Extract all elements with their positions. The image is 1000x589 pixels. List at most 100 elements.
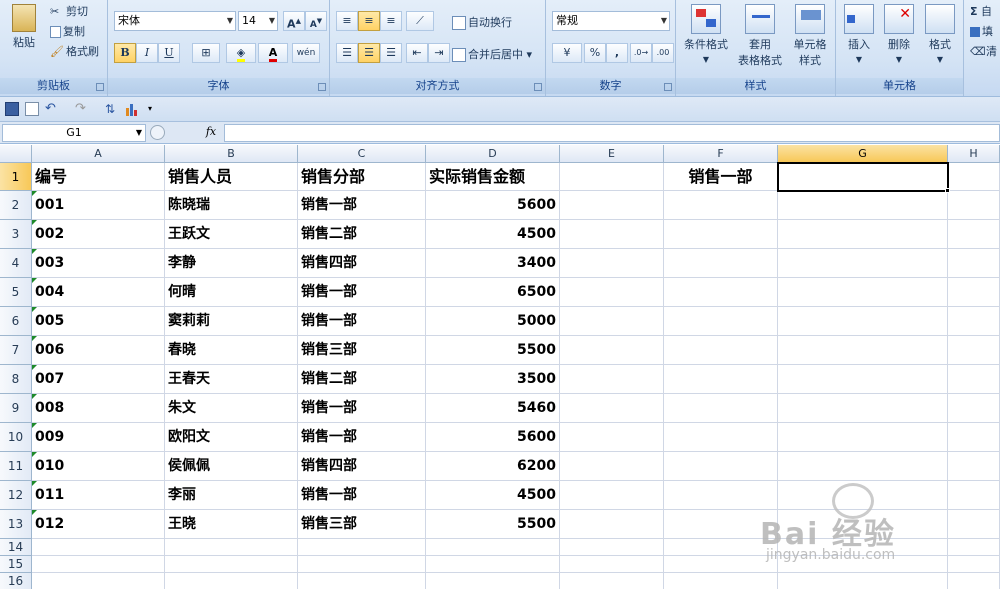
fill-color-button[interactable]: ◈ <box>226 43 256 63</box>
cell-f6[interactable] <box>664 307 778 336</box>
redo-icon[interactable]: ↷ <box>75 102 89 116</box>
cell-e6[interactable] <box>560 307 664 336</box>
cell-c11[interactable]: 销售四部 <box>298 452 426 481</box>
cell-a7[interactable]: 006 <box>32 336 165 365</box>
cell-b5[interactable]: 何晴 <box>165 278 298 307</box>
border-button[interactable]: ⊞ <box>192 43 220 63</box>
cell-h6[interactable] <box>948 307 1000 336</box>
save-icon[interactable] <box>5 102 19 116</box>
cell-d16[interactable] <box>426 573 560 589</box>
row-header-16[interactable]: 16 <box>0 573 32 589</box>
cell-a3[interactable]: 002 <box>32 220 165 249</box>
cell-c2[interactable]: 销售一部 <box>298 191 426 220</box>
cell-a15[interactable] <box>32 556 165 573</box>
cell-h10[interactable] <box>948 423 1000 452</box>
conditional-format-button[interactable]: 条件格式 ▼ <box>682 0 730 65</box>
cell-h9[interactable] <box>948 394 1000 423</box>
cell-h1[interactable] <box>948 163 1000 191</box>
table-format-button[interactable]: 套用 表格格式 <box>732 0 788 68</box>
cell-g6[interactable] <box>778 307 948 336</box>
cell-a1[interactable]: 编号 <box>32 163 165 191</box>
row-header-4[interactable]: 4 <box>0 249 32 278</box>
cell-c8[interactable]: 销售二部 <box>298 365 426 394</box>
orientation-button[interactable]: ⟋ <box>406 11 434 31</box>
cell-c3[interactable]: 销售二部 <box>298 220 426 249</box>
cell-d5[interactable]: 6500 <box>426 278 560 307</box>
row-header-2[interactable]: 2 <box>0 191 32 220</box>
phonetic-button[interactable]: wén <box>292 43 320 63</box>
chart-icon[interactable] <box>125 102 139 116</box>
wrap-text-button[interactable]: 自动换行 <box>452 14 512 30</box>
cell-c7[interactable]: 销售三部 <box>298 336 426 365</box>
font-color-button[interactable]: A <box>258 43 288 63</box>
cell-e14[interactable] <box>560 539 664 556</box>
cell-d3[interactable]: 4500 <box>426 220 560 249</box>
insert-function-button[interactable]: fx <box>200 124 222 142</box>
font-size-select[interactable]: 14 ▼ <box>238 11 278 31</box>
column-header-e[interactable]: E <box>560 145 664 163</box>
row-header-1[interactable]: 1 <box>0 163 32 191</box>
cell-d9[interactable]: 5460 <box>426 394 560 423</box>
cell-b2[interactable]: 陈晓瑞 <box>165 191 298 220</box>
cell-a8[interactable]: 007 <box>32 365 165 394</box>
cell-f1[interactable]: 销售一部 <box>664 163 778 191</box>
cell-b10[interactable]: 欧阳文 <box>165 423 298 452</box>
cell-e16[interactable] <box>560 573 664 589</box>
cell-h4[interactable] <box>948 249 1000 278</box>
cell-f5[interactable] <box>664 278 778 307</box>
cell-d15[interactable] <box>426 556 560 573</box>
row-header-6[interactable]: 6 <box>0 307 32 336</box>
cell-h16[interactable] <box>948 573 1000 589</box>
percent-button[interactable]: % <box>584 43 606 63</box>
new-file-icon[interactable] <box>25 102 39 116</box>
format-painter-button[interactable]: 🖌 格式刷 <box>50 43 99 59</box>
align-right-button[interactable]: ☰ <box>380 43 402 63</box>
cut-button[interactable]: ✂ 剪切 <box>50 3 88 19</box>
cell-e10[interactable] <box>560 423 664 452</box>
cell-b8[interactable]: 王春天 <box>165 365 298 394</box>
cell-d8[interactable]: 3500 <box>426 365 560 394</box>
row-header-3[interactable]: 3 <box>0 220 32 249</box>
cell-f9[interactable] <box>664 394 778 423</box>
italic-button[interactable]: I <box>136 43 158 63</box>
cell-h5[interactable] <box>948 278 1000 307</box>
align-bottom-button[interactable]: ≡ <box>380 11 402 31</box>
cell-f2[interactable] <box>664 191 778 220</box>
cell-c9[interactable]: 销售一部 <box>298 394 426 423</box>
cell-e7[interactable] <box>560 336 664 365</box>
cell-g8[interactable] <box>778 365 948 394</box>
cell-h2[interactable] <box>948 191 1000 220</box>
row-header-12[interactable]: 12 <box>0 481 32 510</box>
cell-b4[interactable]: 李静 <box>165 249 298 278</box>
increase-decimal-button[interactable]: .0→ <box>630 43 652 63</box>
formula-input[interactable] <box>224 124 1000 142</box>
cell-a13[interactable]: 012 <box>32 510 165 539</box>
column-header-a[interactable]: A <box>32 145 165 163</box>
cell-g4[interactable] <box>778 249 948 278</box>
merge-center-button[interactable]: 合并后居中 ▾ <box>452 46 532 62</box>
cell-f16[interactable] <box>664 573 778 589</box>
alignment-launcher-icon[interactable] <box>534 83 542 91</box>
delete-button[interactable]: ✕ 删除 ▼ <box>880 0 918 65</box>
cell-e2[interactable] <box>560 191 664 220</box>
cell-c15[interactable] <box>298 556 426 573</box>
cell-a4[interactable]: 003 <box>32 249 165 278</box>
cell-e1[interactable] <box>560 163 664 191</box>
row-header-10[interactable]: 10 <box>0 423 32 452</box>
cell-c13[interactable]: 销售三部 <box>298 510 426 539</box>
cell-a16[interactable] <box>32 573 165 589</box>
cell-b9[interactable]: 朱文 <box>165 394 298 423</box>
cell-c16[interactable] <box>298 573 426 589</box>
column-header-g[interactable]: G <box>778 145 948 163</box>
cell-c5[interactable]: 销售一部 <box>298 278 426 307</box>
number-launcher-icon[interactable] <box>664 83 672 91</box>
cell-d12[interactable]: 4500 <box>426 481 560 510</box>
cell-e5[interactable] <box>560 278 664 307</box>
cell-e15[interactable] <box>560 556 664 573</box>
cell-e3[interactable] <box>560 220 664 249</box>
column-header-c[interactable]: C <box>298 145 426 163</box>
customize-qat-icon[interactable]: ▾ <box>148 102 162 116</box>
increase-indent-button[interactable]: ⇥ <box>428 43 450 63</box>
cell-d7[interactable]: 5500 <box>426 336 560 365</box>
clear-button[interactable]: ⌫清 <box>970 43 997 59</box>
